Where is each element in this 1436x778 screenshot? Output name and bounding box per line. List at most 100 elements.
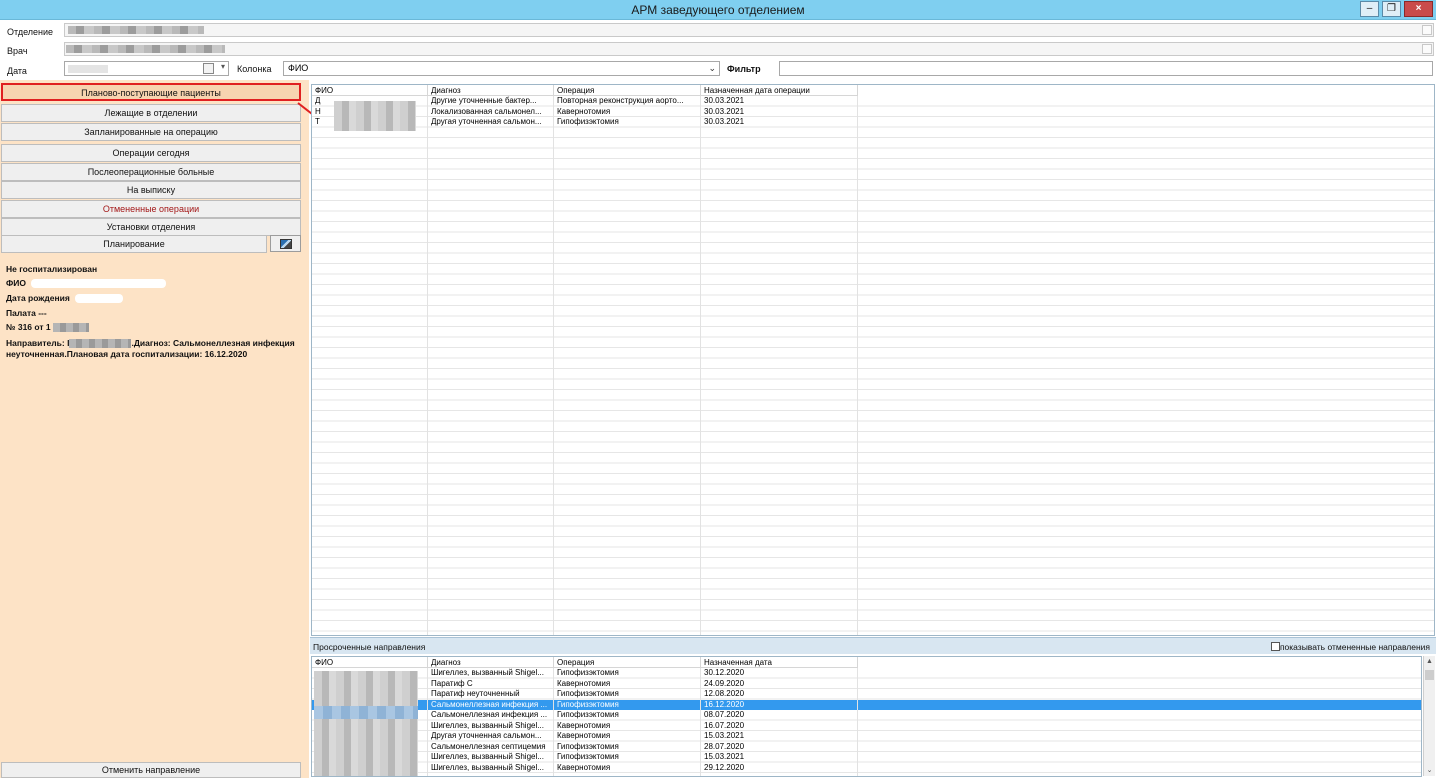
close-button[interactable]: × [1404, 1, 1433, 17]
cell-operation: Гипофизэктомия [554, 699, 701, 710]
patient-fio-label: ФИО [6, 278, 26, 288]
table-row[interactable]: Сальмонеллезная септицемия Гипофизэктомия… [312, 741, 1421, 752]
table-row[interactable]: Сальмонеллезная инфекция ... Гипофизэктом… [312, 710, 1421, 721]
cell-diagnosis: Другая уточненная сальмон... [428, 117, 554, 128]
col-fio[interactable]: ФИО [312, 657, 428, 668]
planning-image-button[interactable] [270, 235, 301, 252]
date-value-masked [68, 65, 108, 73]
patient-number-row: № 316 от 1 [6, 322, 89, 333]
overdue-grid-header: ФИО Диагноз Операция Назначенная дата [312, 657, 858, 668]
referral-masked [69, 339, 132, 349]
minimize-button[interactable]: ‒ [1360, 1, 1379, 17]
cell-operation: Гипофизэктомия [554, 689, 701, 700]
cell-diagnosis: Сальмонеллезная инфекция ... [428, 699, 554, 710]
doctor-field[interactable] [64, 42, 1434, 56]
cell-date: 16.12.2020 [701, 699, 858, 710]
overdue-header-bar: Просроченные направления показывать отме… [310, 637, 1436, 654]
title-bar: АРМ заведующего отделением ‒ ❐ × [0, 0, 1436, 20]
col-scheduled-date[interactable]: Назначенная дата [701, 657, 858, 668]
fio-masked [314, 671, 418, 706]
doctor-dropdown-icon[interactable] [1422, 44, 1432, 54]
department-field[interactable] [64, 23, 1434, 37]
main-grid-header: ФИО Диагноз Операция Назначенная дата оп… [312, 85, 858, 96]
cell-date: 08.07.2020 [701, 710, 858, 721]
cell-operation: Кавернотомия [554, 762, 701, 773]
nav-discharge[interactable]: На выписку [1, 181, 301, 199]
filter-input[interactable] [779, 61, 1433, 76]
patient-number: № 316 от 1 [6, 322, 51, 332]
cell-date: 12.08.2020 [701, 689, 858, 700]
table-row[interactable]: Шигеллез, вызванный Shigel... Кавернотоми… [312, 720, 1421, 731]
cell-date: 30.03.2021 [701, 117, 858, 128]
cell-diagnosis: Другая уточненная сальмон... [428, 731, 554, 742]
show-cancelled-label[interactable]: показывать отмененные направления [1280, 642, 1430, 652]
scroll-up-icon[interactable]: ▲ [1424, 656, 1435, 667]
cell-operation: Гипофизэктомия [554, 117, 701, 128]
table-row[interactable]: Сальмонеллезная инфекция ... Гипофизэктом… [312, 699, 1421, 710]
date-input[interactable]: ▾ [64, 61, 229, 76]
col-operation[interactable]: Операция [554, 85, 701, 96]
nav-planned-incoming[interactable]: Планово-поступающие пациенты [1, 83, 301, 101]
nav-planning[interactable]: Планирование [1, 235, 267, 253]
cell-operation: Гипофизэктомия [554, 741, 701, 752]
cell-operation: Повторная реконструкция аорто... [554, 96, 701, 107]
cell-date: 29.12.2020 [701, 762, 858, 773]
nav-scheduled-surgery[interactable]: Запланированные на операцию [1, 123, 301, 141]
table-row[interactable]: Другая уточненная сальмон... Кавернотомия… [312, 731, 1421, 742]
nav-surgeries-today[interactable]: Операции сегодня [1, 144, 301, 162]
nav-department-settings[interactable]: Установки отделения [1, 218, 301, 236]
patient-referral: Направитель: I .Диагноз: Сальмонеллезная … [6, 338, 296, 360]
main-grid[interactable]: ФИО Диагноз Операция Назначенная дата оп… [311, 84, 1435, 636]
restore-button[interactable]: ❐ [1382, 1, 1401, 17]
cell-date: 28.07.2020 [701, 741, 858, 752]
col-scheduled-date[interactable]: Назначенная дата операции [701, 85, 858, 96]
filter-label: Фильтр [727, 64, 761, 74]
nav-postoperative[interactable]: Послеоперационные больные [1, 163, 301, 181]
cell-diagnosis: Шигеллез, вызванный Shigel... [428, 720, 554, 731]
cell-operation: Гипофизэктомия [554, 668, 701, 679]
date-dropdown-icon[interactable]: ▾ [221, 62, 225, 71]
column-select[interactable]: ФИО ⌄ [283, 61, 720, 76]
patient-birth-row: Дата рождения [6, 293, 124, 304]
table-row[interactable]: Т Другая уточненная сальмон... Гипофизэк… [312, 117, 1434, 128]
cell-diagnosis: Паратиф неуточненный [428, 689, 554, 700]
table-row[interactable]: Н Локализованная сальмонел... Кавернотом… [312, 106, 1434, 117]
date-label: Дата [7, 66, 27, 76]
table-row[interactable]: Д Другие уточненные бактер... Повторная … [312, 96, 1434, 107]
patient-birth-label: Дата рождения [6, 293, 70, 303]
table-row[interactable]: Паратиф неуточненный Гипофизэктомия 12.08.… [312, 689, 1421, 700]
nav-in-department[interactable]: Лежащие в отделении [1, 104, 301, 122]
scroll-thumb[interactable] [1425, 670, 1434, 680]
table-row[interactable]: Шигеллез, вызванный Shigel... Гипофизэкто… [312, 752, 1421, 763]
patient-fio-masked [31, 279, 167, 289]
cell-operation: Кавернотомия [554, 678, 701, 689]
col-diagnosis[interactable]: Диагноз [428, 657, 554, 668]
cell-diagnosis: Сальмонеллезная инфекция ... [428, 710, 554, 721]
overdue-scrollbar[interactable]: ▲ ⌄ [1423, 656, 1435, 776]
cell-diagnosis: Шигеллез, вызванный Shigel... [428, 752, 554, 763]
calendar-icon[interactable] [203, 63, 214, 74]
department-label: Отделение [7, 27, 54, 37]
table-row[interactable]: Шигеллез, вызванный Shigel... Кавернотоми… [312, 762, 1421, 773]
nav-cancelled-surgeries[interactable]: Отмененные операции [1, 200, 301, 218]
cell-operation: Кавернотомия [554, 720, 701, 731]
patient-fio-row: ФИО [6, 278, 167, 289]
cell-diagnosis: Шигеллез, вызванный Shigel... [428, 668, 554, 679]
window-title: АРМ заведующего отделением [631, 3, 805, 17]
chevron-down-icon[interactable]: ⌄ [708, 62, 716, 75]
cell-diagnosis: Паратиф С [428, 678, 554, 689]
scroll-down-icon[interactable]: ⌄ [1424, 765, 1435, 776]
patient-status: Не госпитализирован [6, 264, 98, 274]
department-dropdown-icon[interactable] [1422, 25, 1432, 35]
show-cancelled-checkbox[interactable] [1271, 642, 1280, 651]
fio-masked [334, 101, 416, 131]
col-fio[interactable]: ФИО [312, 85, 428, 96]
col-operation[interactable]: Операция [554, 657, 701, 668]
overdue-grid[interactable]: ФИО Диагноз Операция Назначенная дата Ши… [311, 656, 1422, 777]
col-diagnosis[interactable]: Диагноз [428, 85, 554, 96]
cell-date: 30.03.2021 [701, 96, 858, 107]
table-row[interactable]: Шигеллез, вызванный Shigel... Гипофизэкто… [312, 668, 1421, 679]
column-select-value: ФИО [288, 63, 309, 73]
table-row[interactable]: Паратиф С Кавернотомия 24.09.2020 [312, 678, 1421, 689]
cancel-referral-button[interactable]: Отменить направление [1, 762, 301, 778]
